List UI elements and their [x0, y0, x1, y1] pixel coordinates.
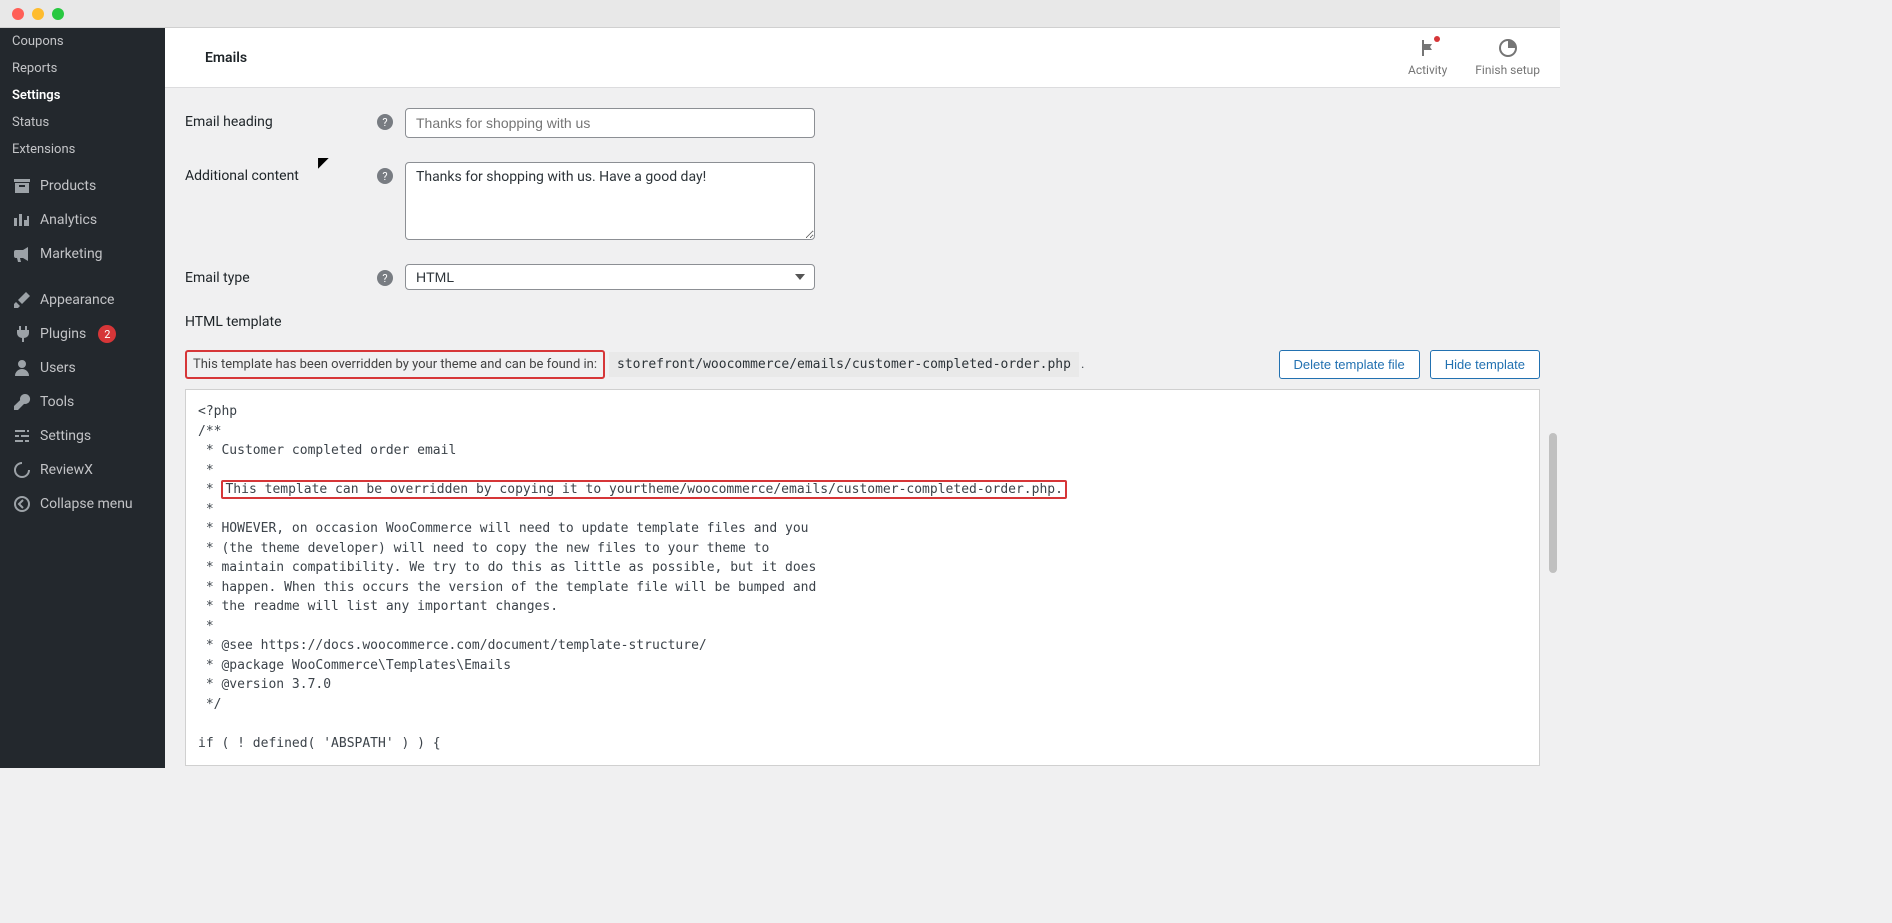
- page-header: Emails Activity Finish setup: [165, 28, 1560, 88]
- template-code-editor[interactable]: <?php /** * Customer completed order ema…: [185, 389, 1540, 766]
- sidebar-sub-extensions[interactable]: Extensions: [0, 136, 165, 163]
- sidebar-item-analytics[interactable]: Analytics: [0, 203, 165, 237]
- close-window-button[interactable]: [12, 8, 24, 20]
- sidebar-item-appearance[interactable]: Appearance: [0, 283, 165, 317]
- progress-circle-icon: [1498, 38, 1518, 61]
- plugins-badge: 2: [98, 325, 116, 343]
- sidebar-item-marketing[interactable]: Marketing: [0, 237, 165, 271]
- email-heading-label: Email heading: [185, 114, 273, 130]
- hide-template-button[interactable]: Hide template: [1430, 350, 1540, 379]
- brush-icon: [12, 290, 32, 310]
- activity-button[interactable]: Activity: [1408, 38, 1447, 77]
- maximize-window-button[interactable]: [52, 8, 64, 20]
- sidebar-label: Collapse menu: [40, 496, 133, 512]
- code-tail: * * HOWEVER, on occasion WooCommerce wil…: [198, 502, 816, 751]
- sidebar-item-plugins[interactable]: Plugins 2: [0, 317, 165, 351]
- email-type-select[interactable]: HTML: [405, 264, 815, 290]
- bars-icon: [12, 210, 32, 230]
- sidebar-item-reviewx[interactable]: ReviewX: [0, 453, 165, 487]
- sidebar-item-settings[interactable]: Settings: [0, 419, 165, 453]
- window-titlebar: [0, 0, 1560, 28]
- help-icon[interactable]: ?: [377, 270, 393, 286]
- page-title: Emails: [185, 50, 247, 66]
- email-heading-input[interactable]: [405, 108, 815, 138]
- sidebar-label: Tools: [40, 394, 74, 410]
- user-icon: [12, 358, 32, 378]
- html-template-heading: HTML template: [185, 314, 1540, 330]
- minimize-window-button[interactable]: [32, 8, 44, 20]
- sidebar-label: Appearance: [40, 292, 114, 308]
- archive-icon: [12, 176, 32, 196]
- template-file-path: storefront/woocommerce/emails/customer-c…: [609, 352, 1079, 377]
- finish-setup-label: Finish setup: [1475, 63, 1540, 77]
- sidebar-item-collapse[interactable]: Collapse menu: [0, 487, 165, 521]
- code-highlight: This template can be overridden by copyi…: [221, 480, 1066, 499]
- sidebar-label: Settings: [40, 428, 91, 444]
- megaphone-icon: [12, 244, 32, 264]
- sliders-icon: [12, 426, 32, 446]
- spinner-icon: [12, 460, 32, 480]
- sidebar-item-tools[interactable]: Tools: [0, 385, 165, 419]
- collapse-icon: [12, 494, 32, 514]
- sidebar-label: ReviewX: [40, 462, 93, 478]
- delete-template-button[interactable]: Delete template file: [1279, 350, 1420, 379]
- sidebar-item-products[interactable]: Products: [0, 169, 165, 203]
- sidebar-sub-status[interactable]: Status: [0, 109, 165, 136]
- content-area: Email heading ? Additional content ? Tha…: [165, 88, 1560, 768]
- flag-icon: [1418, 38, 1438, 61]
- template-override-notice: This template has been overridden by you…: [185, 350, 605, 379]
- sidebar-label: Analytics: [40, 212, 97, 228]
- help-icon[interactable]: ?: [377, 168, 393, 184]
- activity-label: Activity: [1408, 63, 1447, 77]
- admin-sidebar: Coupons Reports Settings Status Extensio…: [0, 0, 165, 768]
- scrollbar-thumb[interactable]: [1549, 433, 1557, 573]
- sidebar-sub-coupons[interactable]: Coupons: [0, 28, 165, 55]
- scrollbar-track[interactable]: [1548, 433, 1558, 760]
- sidebar-sub-reports[interactable]: Reports: [0, 55, 165, 82]
- sidebar-label: Users: [40, 360, 76, 376]
- sidebar-label: Marketing: [40, 246, 103, 262]
- sidebar-label: Products: [40, 178, 96, 194]
- help-icon[interactable]: ?: [377, 114, 393, 130]
- path-suffix: .: [1081, 357, 1084, 372]
- sidebar-label: Plugins: [40, 326, 86, 342]
- wrench-icon: [12, 392, 32, 412]
- plug-icon: [12, 324, 32, 344]
- sidebar-item-users[interactable]: Users: [0, 351, 165, 385]
- email-type-label: Email type: [185, 270, 250, 286]
- additional-content-textarea[interactable]: Thanks for shopping with us. Have a good…: [405, 162, 815, 240]
- sidebar-sub-settings[interactable]: Settings: [0, 82, 165, 109]
- additional-content-label: Additional content: [185, 168, 299, 184]
- finish-setup-button[interactable]: Finish setup: [1475, 38, 1540, 77]
